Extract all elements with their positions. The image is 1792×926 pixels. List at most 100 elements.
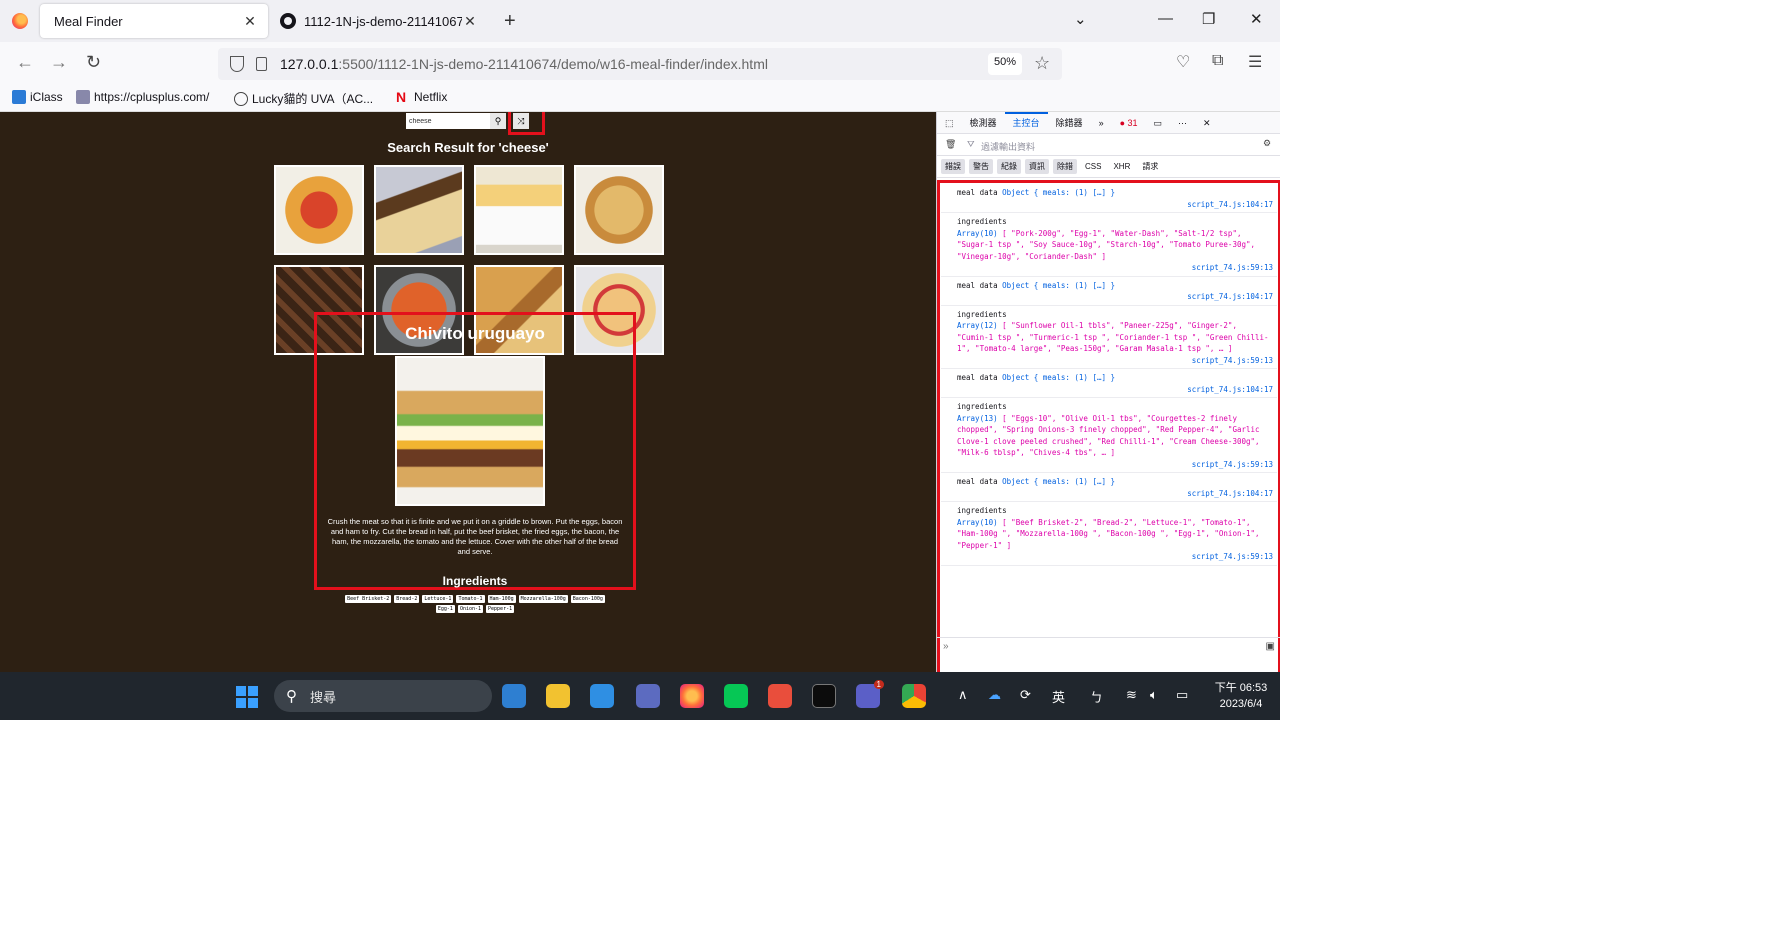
- new-tab-icon[interactable]: +: [504, 10, 516, 33]
- settings-icon[interactable]: ⚙: [1263, 138, 1271, 149]
- trash-icon[interactable]: 🗑: [945, 139, 956, 150]
- forward-icon[interactable]: →: [50, 52, 68, 73]
- log-content[interactable]: { meals: (1) […] }: [1034, 477, 1115, 486]
- address-bar[interactable]: 127.0.0.1:5500/1112-1N-js-demo-211410674…: [218, 48, 1062, 80]
- git-icon[interactable]: [768, 684, 792, 708]
- filter-input[interactable]: 過濾輸出資料: [981, 140, 1035, 153]
- more-options-icon[interactable]: ⋯: [1170, 112, 1195, 134]
- taskbar-search[interactable]: ⚲ 搜尋: [274, 680, 492, 712]
- more-tabs-icon[interactable]: »: [1091, 112, 1112, 134]
- volume-icon[interactable]: 🔈︎: [1150, 687, 1158, 703]
- filter-debug[interactable]: 除錯: [1053, 159, 1077, 174]
- chrome-icon[interactable]: [902, 684, 926, 708]
- error-count-badge[interactable]: ● 31: [1112, 112, 1146, 134]
- back-icon[interactable]: ←: [16, 52, 34, 73]
- log-content[interactable]: { meals: (1) […] }: [1034, 281, 1115, 290]
- reload-icon[interactable]: ↻: [86, 52, 101, 73]
- ime-indicator[interactable]: 英: [1052, 687, 1065, 706]
- devc-icon[interactable]: [636, 684, 660, 708]
- filter-requests[interactable]: 請求: [1138, 159, 1162, 174]
- log-content[interactable]: { meals: (1) […] }: [1034, 373, 1115, 382]
- log-source-link[interactable]: script_74.js:104:17: [957, 291, 1273, 303]
- log-type[interactable]: Array(10): [957, 229, 998, 238]
- log-source-link[interactable]: script_74.js:59:13: [957, 262, 1273, 274]
- filter-errors[interactable]: 錯誤: [941, 159, 965, 174]
- url-text[interactable]: 127.0.0.1:5500/1112-1N-js-demo-211410674…: [280, 56, 768, 72]
- windows-start-icon[interactable]: [236, 686, 258, 708]
- log-source-link[interactable]: script_74.js:59:13: [957, 551, 1273, 563]
- minimize-icon[interactable]: —: [1158, 10, 1173, 27]
- clock[interactable]: 下午 06:53 2023/6/4: [1206, 680, 1276, 712]
- edge-icon[interactable]: [502, 684, 526, 708]
- log-type[interactable]: Object: [1002, 477, 1029, 486]
- sync-icon[interactable]: ⟳: [1020, 687, 1031, 703]
- bookmark-uva[interactable]: Lucky貓的 UVA（AC...: [234, 90, 373, 107]
- onedrive-icon[interactable]: ☁: [988, 687, 1001, 703]
- close-devtools-icon[interactable]: ✕: [1195, 112, 1219, 134]
- window-close-icon[interactable]: ✕: [1250, 10, 1263, 28]
- bookmark-netflix[interactable]: N Netflix: [396, 90, 447, 104]
- log-type[interactable]: Object: [1002, 281, 1029, 290]
- log-content[interactable]: [ "Sunflower Oil-1 tbls", "Paneer-225g",…: [957, 321, 1269, 353]
- filter-icon: ⛛: [967, 139, 975, 149]
- log-content[interactable]: [ "Eggs-10", "Olive Oil-1 tbs", "Courget…: [957, 414, 1260, 458]
- log-source-link[interactable]: script_74.js:104:17: [957, 199, 1273, 211]
- pocket-icon[interactable]: ♡: [1176, 52, 1190, 72]
- firefox-icon[interactable]: [12, 13, 28, 29]
- log-source-link[interactable]: script_74.js:104:17: [957, 384, 1273, 396]
- filter-css[interactable]: CSS: [1081, 160, 1105, 173]
- search-button[interactable]: ⚲: [490, 113, 506, 129]
- battery-icon[interactable]: ▭: [1176, 687, 1188, 703]
- meal-card[interactable]: [574, 165, 664, 255]
- editor-mode-icon[interactable]: ▣: [1266, 641, 1275, 652]
- page-icon[interactable]: [256, 57, 267, 71]
- log-content[interactable]: [ "Beef Brisket-2", "Bread-2", "Lettuce-…: [957, 518, 1260, 550]
- close-icon[interactable]: ✕: [242, 13, 258, 30]
- extensions-icon[interactable]: ⧉: [1212, 52, 1223, 70]
- teams-icon[interactable]: 1: [856, 680, 884, 708]
- log-type[interactable]: Array(10): [957, 518, 998, 527]
- restore-icon[interactable]: ❐: [1202, 10, 1215, 28]
- shield-icon[interactable]: [230, 56, 244, 72]
- bookmark-iclass[interactable]: iClass: [12, 90, 63, 104]
- log-type[interactable]: Array(12): [957, 321, 998, 330]
- filter-info[interactable]: 資訊: [1025, 159, 1049, 174]
- zoom-level[interactable]: 50%: [988, 53, 1023, 75]
- tab-inspector[interactable]: 檢測器: [962, 112, 1005, 134]
- file-explorer-icon[interactable]: [546, 684, 570, 708]
- meal-card[interactable]: [374, 165, 464, 255]
- dock-icon[interactable]: ▭: [1146, 112, 1171, 134]
- log-type[interactable]: Object: [1002, 188, 1029, 197]
- firefox-taskbar-icon[interactable]: [680, 684, 704, 708]
- wifi-icon[interactable]: ≋: [1126, 687, 1137, 703]
- filter-logs[interactable]: 紀錄: [997, 159, 1021, 174]
- filter-warnings[interactable]: 警告: [969, 159, 993, 174]
- close-icon[interactable]: ✕: [462, 13, 478, 30]
- console-input[interactable]: » ▣: [937, 637, 1280, 659]
- meal-card[interactable]: [474, 165, 564, 255]
- log-content[interactable]: [ "Pork-200g", "Egg-1", "Water-Dash", "S…: [957, 229, 1255, 261]
- bookmark-cplusplus[interactable]: https://cplusplus.com/: [76, 90, 209, 104]
- filter-xhr[interactable]: XHR: [1109, 160, 1134, 173]
- tab-debugger[interactable]: 除錯器: [1048, 112, 1091, 134]
- tab-meal-finder[interactable]: Meal Finder ✕: [40, 4, 268, 38]
- log-source-link[interactable]: script_74.js:59:13: [957, 459, 1273, 471]
- vscode-icon[interactable]: [590, 684, 614, 708]
- chevron-down-icon[interactable]: ⌄: [1074, 10, 1087, 28]
- chevron-up-icon[interactable]: ∧: [958, 687, 968, 703]
- search-input[interactable]: [406, 113, 490, 129]
- log-content[interactable]: { meals: (1) […] }: [1034, 188, 1115, 197]
- tab-github[interactable]: 1112-1N-js-demo-211410674 ✕: [272, 4, 486, 38]
- line-icon[interactable]: [724, 684, 748, 708]
- bookmark-star-icon[interactable]: ☆: [1034, 53, 1050, 74]
- log-source-link[interactable]: script_74.js:104:17: [957, 488, 1273, 500]
- tab-console[interactable]: 主控台: [1004, 111, 1048, 134]
- picker-icon[interactable]: ⬚: [937, 112, 962, 134]
- menu-icon[interactable]: ☰: [1248, 52, 1262, 72]
- meal-card[interactable]: [274, 165, 364, 255]
- terminal-icon[interactable]: [812, 684, 836, 708]
- ime-mode-icon[interactable]: ㄅ: [1090, 687, 1103, 706]
- log-type[interactable]: Object: [1002, 373, 1029, 382]
- log-type[interactable]: Array(13): [957, 414, 998, 423]
- log-source-link[interactable]: script_74.js:59:13: [957, 355, 1273, 367]
